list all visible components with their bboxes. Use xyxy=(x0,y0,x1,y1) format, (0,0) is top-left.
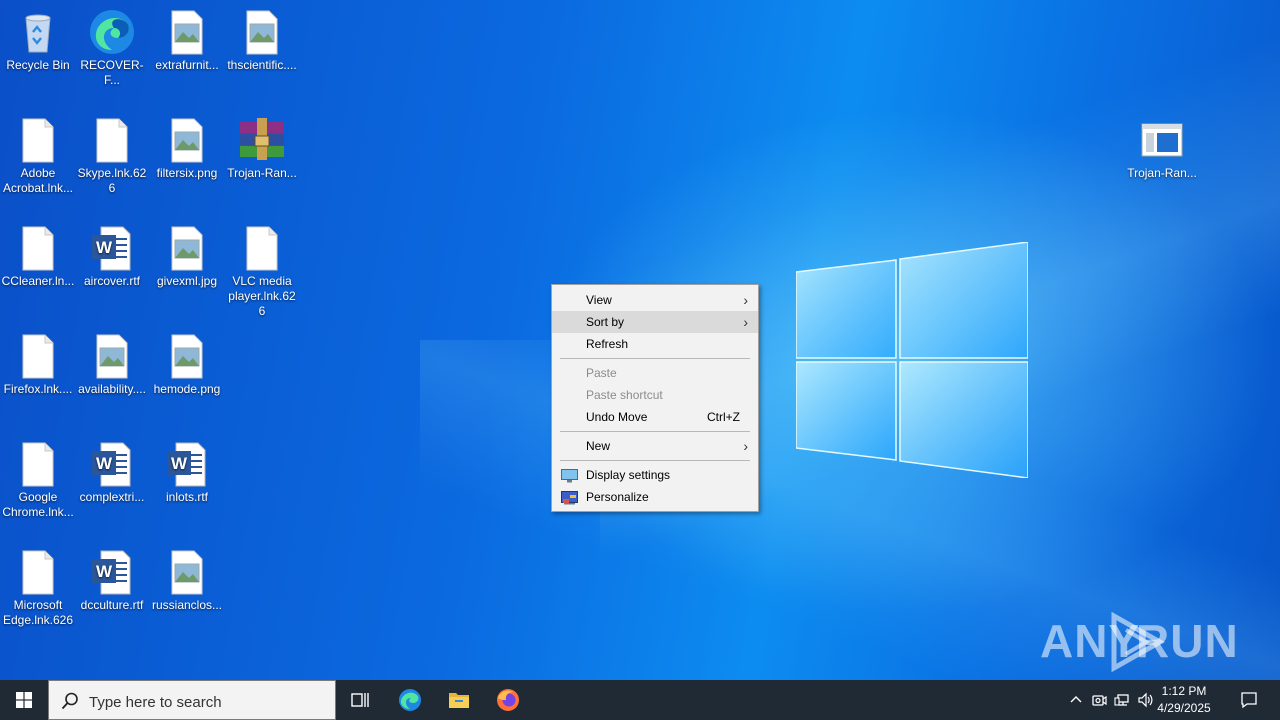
word-document-icon: W xyxy=(163,440,211,488)
search-icon xyxy=(61,692,78,710)
blank-file-icon xyxy=(14,224,62,272)
start-button[interactable] xyxy=(0,680,48,720)
taskbar-search-box[interactable] xyxy=(48,680,336,720)
search-input[interactable] xyxy=(87,689,331,715)
taskbar-file-explorer-button[interactable] xyxy=(435,680,483,720)
menu-item-view[interactable]: View › xyxy=(552,289,758,311)
file-explorer-icon xyxy=(449,693,469,708)
desktop-icon-adobe-acrobat[interactable]: Adobe Acrobat.lnk... xyxy=(0,116,76,196)
desktop-icon-vlc-media-player[interactable]: VLC media player.lnk.626 xyxy=(224,224,300,319)
application-window-icon xyxy=(1138,116,1186,164)
menu-separator xyxy=(560,431,750,432)
word-document-icon: W xyxy=(88,548,136,596)
taskbar-firefox-button[interactable] xyxy=(484,680,532,720)
blank-file-icon xyxy=(14,332,62,380)
desktop-icon-givexml[interactable]: givexml.jpg xyxy=(149,224,225,289)
desktop-icon-filtersix[interactable]: filtersix.png xyxy=(149,116,225,181)
desktop-icon-skype[interactable]: Skype.lnk.626 xyxy=(74,116,150,196)
desktop-icon-google-chrome[interactable]: Google Chrome.lnk... xyxy=(0,440,76,520)
desktop-icon-extrafurnit[interactable]: extrafurnit... xyxy=(149,8,225,73)
winrar-archive-icon xyxy=(238,116,286,164)
menu-separator xyxy=(560,460,750,461)
menu-item-refresh[interactable]: Refresh xyxy=(552,333,758,355)
svg-text:W: W xyxy=(96,562,113,581)
recycle-bin-icon xyxy=(14,8,62,56)
taskbar-edge-button[interactable] xyxy=(386,680,434,720)
desktop-icon-trojan-application[interactable]: Trojan-Ran... xyxy=(1124,116,1200,181)
menu-item-personalize[interactable]: Personalize xyxy=(552,486,758,508)
desktop-icon-dcculture[interactable]: W dcculture.rtf xyxy=(74,548,150,613)
word-document-icon: W xyxy=(88,224,136,272)
desktop-icon-hemode[interactable]: hemode.png xyxy=(149,332,225,397)
desktop-icon-russianclos[interactable]: russianclos... xyxy=(149,548,225,613)
desktop-icon-availability[interactable]: availability.... xyxy=(74,332,150,397)
word-document-icon: W xyxy=(88,440,136,488)
chevron-up-icon[interactable] xyxy=(1068,692,1084,708)
menu-separator xyxy=(560,358,750,359)
image-file-icon xyxy=(88,332,136,380)
edge-icon xyxy=(88,8,136,56)
notification-icon[interactable] xyxy=(1240,691,1258,709)
blank-file-icon xyxy=(14,440,62,488)
desktop-icon-complextri[interactable]: W complextri... xyxy=(74,440,150,505)
desktop-icon-aircover[interactable]: W aircover.rtf xyxy=(74,224,150,289)
windows-start-icon xyxy=(16,692,32,708)
menu-item-paste-shortcut[interactable]: Paste shortcut xyxy=(552,384,758,406)
desktop-icon-microsoft-edge[interactable]: Microsoft Edge.lnk.626 xyxy=(0,548,76,628)
taskbar: 1:12 PM 4/29/2025 xyxy=(0,680,1280,720)
blank-file-icon xyxy=(88,116,136,164)
task-view-icon xyxy=(351,693,369,707)
clock[interactable]: 1:12 PM 4/29/2025 xyxy=(1142,683,1226,717)
edge-icon xyxy=(399,689,421,711)
menu-item-paste[interactable]: Paste xyxy=(552,362,758,384)
svg-text:W: W xyxy=(171,454,188,473)
image-file-icon xyxy=(238,8,286,56)
desktop-icon-recycle-bin[interactable]: Recycle Bin xyxy=(0,8,76,73)
windows-logo-wallpaper xyxy=(796,242,1028,478)
chevron-right-icon: › xyxy=(743,292,748,308)
clock-time: 1:12 PM xyxy=(1161,684,1207,698)
desktop-icon-thscientific[interactable]: thscientific.... xyxy=(224,8,300,73)
anyrun-watermark: ANY RUN xyxy=(1040,608,1240,674)
desktop-icon-trojan-archive[interactable]: Trojan-Ran... xyxy=(224,116,300,181)
chevron-right-icon: › xyxy=(743,314,748,330)
image-file-icon xyxy=(163,8,211,56)
desktop-icon-inlots[interactable]: W inlots.rtf xyxy=(149,440,225,505)
image-file-icon xyxy=(163,548,211,596)
svg-text:W: W xyxy=(96,454,113,473)
display-icon xyxy=(561,468,578,483)
chevron-right-icon: › xyxy=(743,438,748,454)
desktop-context-menu: View › Sort by › Refresh Paste Paste sho… xyxy=(551,284,759,512)
image-file-icon xyxy=(163,116,211,164)
shortcut-label: Ctrl+Z xyxy=(707,410,740,424)
menu-item-new[interactable]: New › xyxy=(552,435,758,457)
desktop-icon-ccleaner[interactable]: CCleaner.ln... xyxy=(0,224,76,289)
menu-item-undo-move[interactable]: Undo Move Ctrl+Z xyxy=(552,406,758,428)
desktop[interactable]: Recycle Bin Adobe Acrobat.lnk... CCleane… xyxy=(0,0,1280,680)
meet-now-icon[interactable] xyxy=(1091,692,1107,708)
clock-date: 4/29/2025 xyxy=(1157,701,1211,715)
svg-text:W: W xyxy=(96,238,113,257)
blank-file-icon xyxy=(238,224,286,272)
blank-file-icon xyxy=(14,116,62,164)
desktop-icon-recover-files[interactable]: RECOVER-F... xyxy=(74,8,150,88)
desktop-icon-firefox[interactable]: Firefox.lnk.... xyxy=(0,332,76,397)
task-view-button[interactable] xyxy=(336,680,384,720)
image-file-icon xyxy=(163,224,211,272)
menu-item-sort-by[interactable]: Sort by › xyxy=(552,311,758,333)
image-file-icon xyxy=(163,332,211,380)
network-icon[interactable] xyxy=(1114,692,1130,708)
blank-file-icon xyxy=(14,548,62,596)
firefox-icon xyxy=(497,689,519,711)
personalize-icon xyxy=(561,490,578,505)
system-tray: 1:12 PM 4/29/2025 xyxy=(1060,680,1280,720)
menu-item-display-settings[interactable]: Display settings xyxy=(552,464,758,486)
